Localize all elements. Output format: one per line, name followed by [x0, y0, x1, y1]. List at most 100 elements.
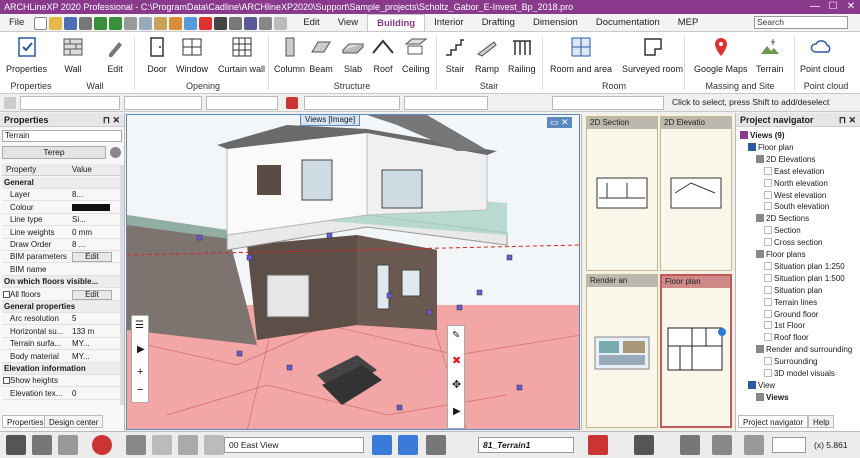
navigator-item[interactable]: Section	[764, 226, 801, 236]
move-icon[interactable]: ✥	[452, 378, 461, 391]
search-input[interactable]: Search	[754, 16, 848, 29]
property-value[interactable]: Si...	[72, 214, 112, 226]
navigator-item[interactable]: Surrounding	[764, 357, 818, 367]
navigator-item[interactable]: Roof floor	[764, 333, 809, 343]
property-value[interactable]: MY...	[72, 338, 112, 350]
property-section[interactable]: General properties	[2, 301, 120, 313]
property-row[interactable]: Elevation tex... 0	[2, 388, 120, 400]
properties-scrollbar[interactable]	[120, 165, 124, 405]
tab-dimension[interactable]: Dimension	[524, 14, 587, 31]
3d-viewport[interactable]: ☰ ▶ + − ✎ ✖ ✥ ▶ ▭ ✕	[126, 114, 580, 430]
property-section[interactable]: Elevation information	[2, 363, 120, 375]
room-and-area-button[interactable]: Room and area	[550, 34, 612, 74]
filter-select[interactable]	[552, 96, 664, 110]
magnet-icon[interactable]	[92, 435, 112, 455]
cut-icon[interactable]	[124, 16, 138, 30]
zoom-in-icon[interactable]: +	[137, 366, 143, 378]
gear-icon[interactable]	[110, 147, 121, 158]
roof-button[interactable]: Roof	[370, 34, 396, 74]
stairs-3d-icon[interactable]	[426, 435, 446, 455]
dropdown-icon[interactable]	[274, 16, 288, 30]
save-icon[interactable]	[64, 16, 78, 30]
line-tool-icon[interactable]	[229, 16, 243, 30]
property-section[interactable]: General	[2, 177, 120, 189]
transparency-icon[interactable]	[204, 435, 224, 455]
property-value[interactable]: 8...	[72, 189, 112, 201]
snap-settings-icon[interactable]	[6, 435, 26, 455]
linetype-select[interactable]	[206, 96, 278, 110]
layer-tool-icon[interactable]	[4, 97, 16, 109]
cursor-icon[interactable]	[634, 435, 654, 455]
tab-documentation[interactable]: Documentation	[587, 14, 669, 31]
navigator-item[interactable]: Situation plan	[764, 285, 822, 296]
property-row[interactable]: Line weights 0 mm	[2, 227, 120, 239]
navigator-item[interactable]: Floor plan	[748, 142, 794, 153]
new-file-icon[interactable]	[34, 16, 48, 30]
view-select[interactable]: 00 East View	[224, 437, 364, 453]
slab-button[interactable]: Slab	[340, 34, 366, 74]
wall-button[interactable]: Wall	[60, 34, 86, 74]
undo-icon[interactable]	[94, 16, 108, 30]
arrow-down-icon[interactable]	[398, 435, 418, 455]
minimize-button[interactable]: —	[806, 0, 824, 14]
navigator-item[interactable]: North elevation	[764, 178, 828, 189]
property-section[interactable]: On which floors visible...	[2, 276, 120, 289]
property-row[interactable]: Draw Order 8 ...	[2, 239, 120, 251]
paste-icon[interactable]	[154, 16, 168, 30]
delete-icon[interactable]	[199, 16, 213, 30]
property-row[interactable]: All floors Edit	[2, 289, 120, 301]
property-row[interactable]: BIM name	[2, 264, 120, 276]
redo-icon[interactable]	[109, 16, 123, 30]
maximize-button[interactable]: ☐	[824, 0, 842, 14]
navigator-item[interactable]: South elevation	[764, 202, 829, 212]
checkbox[interactable]	[3, 290, 10, 298]
object-name-button[interactable]: Terep	[2, 146, 106, 159]
ceiling-button[interactable]: Ceiling	[402, 34, 430, 74]
tab-design-center[interactable]: Design center	[44, 415, 104, 428]
tab-project-navigator[interactable]: Project navigator	[738, 415, 809, 428]
navigator-item[interactable]: Situation plan 1:250	[764, 261, 845, 272]
play-icon[interactable]: ▶	[137, 344, 145, 355]
tab-help[interactable]: Help	[808, 415, 835, 428]
window-button[interactable]: Window	[176, 34, 208, 74]
property-value[interactable]: MY...	[72, 351, 112, 363]
navigator-item[interactable]: Situation plan 1:500	[764, 273, 845, 284]
door-button[interactable]: Door	[144, 34, 170, 74]
railing-button[interactable]: Railing	[508, 34, 536, 74]
zoom-out-icon[interactable]: −	[137, 384, 143, 396]
properties-button[interactable]: Properties	[6, 34, 47, 74]
thumb-render[interactable]: Render an	[586, 274, 658, 428]
open-folder-icon[interactable]	[49, 16, 63, 30]
viewport-window-controls[interactable]: ▭ ✕	[547, 117, 572, 128]
property-value[interactable]: 5	[72, 313, 112, 325]
edit-button[interactable]: Edit	[72, 289, 112, 300]
colour-swatch[interactable]	[72, 203, 110, 211]
tab-drafting[interactable]: Drafting	[473, 14, 524, 31]
property-row[interactable]: Horizontal su... 133 m	[2, 326, 120, 338]
arrow-up-icon[interactable]	[372, 435, 392, 455]
property-row[interactable]: Line type Si...	[2, 214, 120, 227]
terrain-button[interactable]: Terrain	[756, 34, 784, 74]
delete-x-icon[interactable]: ✖	[452, 354, 461, 367]
pencil-icon[interactable]: ✎	[452, 330, 460, 341]
curtain-wall-button[interactable]: Curtain wall	[218, 34, 265, 74]
property-value[interactable]: 0 mm	[72, 227, 112, 239]
3d-icon[interactable]	[178, 435, 198, 455]
property-row[interactable]: Colour	[2, 202, 120, 214]
google-maps-button[interactable]: Google Maps	[694, 34, 748, 74]
print-icon[interactable]	[79, 16, 93, 30]
measure-distance-icon[interactable]	[680, 435, 700, 455]
thumb-2d-section[interactable]: 2D Section	[586, 116, 658, 271]
property-row[interactable]: Layer 8...	[2, 189, 120, 202]
edit-button[interactable]: Edit	[102, 34, 128, 74]
draw-order-select[interactable]	[404, 96, 488, 110]
navigator-item[interactable]: Cross section	[764, 238, 822, 248]
expand-icon[interactable]: ▶	[453, 406, 461, 417]
surveyed-room-button[interactable]: Surveyed room	[622, 34, 683, 74]
thumb-floor-plan[interactable]: Floor plan	[660, 274, 732, 428]
stair-button[interactable]: Stair	[442, 34, 468, 74]
checkbox[interactable]	[3, 377, 10, 385]
link-icon[interactable]	[286, 97, 298, 109]
column-button[interactable]: Column	[274, 34, 305, 74]
viewport-tab[interactable]: Views [Image]	[300, 114, 361, 126]
